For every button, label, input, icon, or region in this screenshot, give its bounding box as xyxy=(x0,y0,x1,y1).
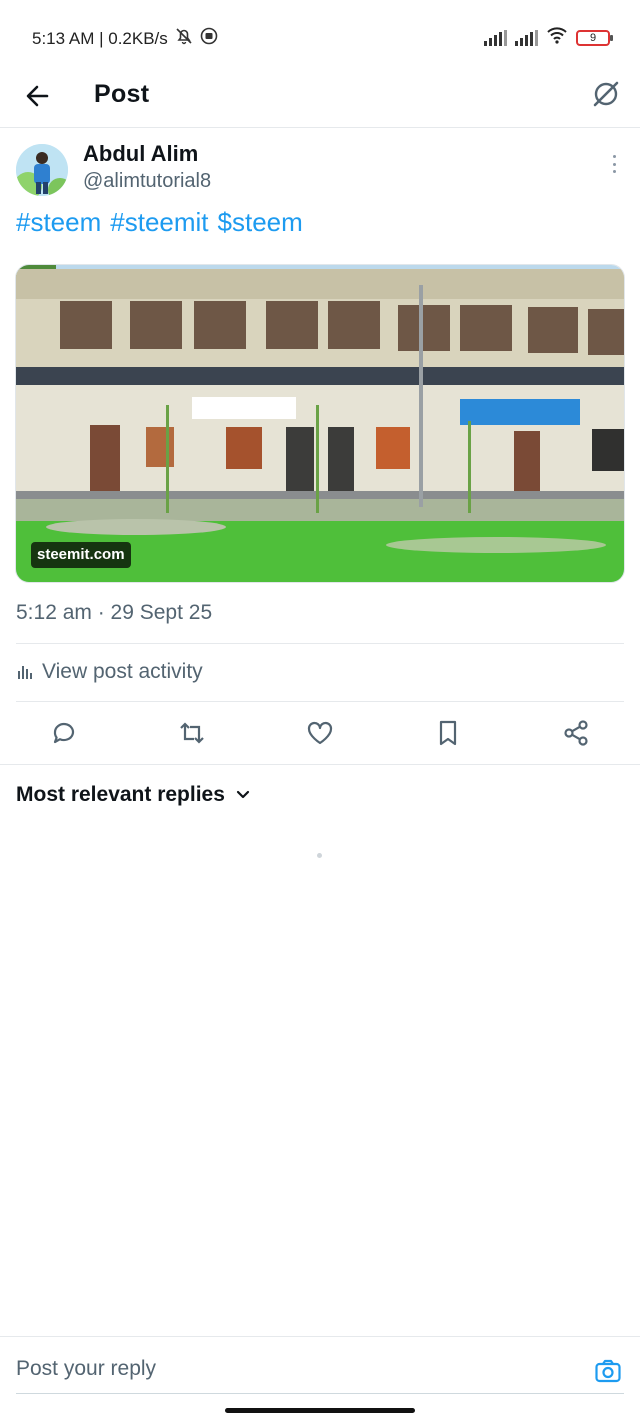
top-app-bar: Post xyxy=(0,72,640,128)
signal-icon-2 xyxy=(515,29,538,46)
battery-icon: 9 xyxy=(576,29,613,46)
status-right: 9 xyxy=(484,26,613,49)
chevron-down-icon xyxy=(236,790,250,799)
post-text: #steem #steemit $steem xyxy=(16,207,303,238)
back-button[interactable] xyxy=(20,78,56,114)
activity-label: View post activity xyxy=(42,660,203,683)
like-icon xyxy=(307,721,333,745)
status-left: 5:13 AM | 0.2KB/s xyxy=(32,26,218,51)
wifi-icon xyxy=(546,26,568,49)
post-image[interactable] xyxy=(15,264,625,583)
share-button[interactable] xyxy=(561,718,591,748)
post-timestamp[interactable]: 5:12 am · 29 Sept 25 xyxy=(16,601,212,625)
camera-button[interactable] xyxy=(594,1357,622,1385)
hashtag-link[interactable]: #steem xyxy=(16,207,101,238)
status-bar: 5:13 AM | 0.2KB/s 9 xyxy=(0,0,640,72)
reply-composer xyxy=(0,1336,640,1396)
view-post-activity[interactable]: View post activity xyxy=(16,660,203,684)
divider xyxy=(16,701,624,702)
grok-button[interactable] xyxy=(588,76,624,112)
reply-icon xyxy=(53,722,75,744)
card-source-label[interactable]: steemit.com xyxy=(31,542,131,568)
analytics-icon xyxy=(18,666,32,679)
loading-indicator xyxy=(317,853,322,858)
bookmark-icon xyxy=(439,720,457,746)
sort-label: Most relevant replies xyxy=(16,783,225,806)
avatar[interactable] xyxy=(16,144,68,196)
replies-sort-dropdown[interactable]: Most relevant replies xyxy=(16,783,251,807)
camera-icon xyxy=(595,1359,621,1383)
more-options-button[interactable] xyxy=(606,152,622,176)
reply-button[interactable] xyxy=(49,718,79,748)
cashtag-link[interactable]: $steem xyxy=(218,207,303,238)
post-actions xyxy=(0,712,640,756)
reply-input[interactable] xyxy=(16,1357,556,1381)
grok-icon xyxy=(593,81,619,107)
bookmark-button[interactable] xyxy=(433,718,463,748)
reply-underline xyxy=(16,1393,624,1394)
share-icon xyxy=(564,720,588,746)
repost-button[interactable] xyxy=(177,718,207,748)
author-handle[interactable]: @alimtutorial8 xyxy=(83,170,211,193)
author-name[interactable]: Abdul Alim xyxy=(83,141,198,167)
repost-icon xyxy=(180,722,204,744)
school-building-photo xyxy=(16,265,624,582)
mute-icon xyxy=(174,26,194,51)
status-time-network: 5:13 AM | 0.2KB/s xyxy=(32,28,168,48)
divider xyxy=(16,643,624,644)
page-title: Post xyxy=(94,80,150,108)
whatsapp-icon xyxy=(200,27,218,50)
signal-icon xyxy=(484,29,507,46)
arrow-left-icon xyxy=(26,85,49,107)
divider xyxy=(0,764,640,765)
home-indicator[interactable] xyxy=(225,1408,415,1413)
like-button[interactable] xyxy=(305,718,335,748)
hashtag-link[interactable]: #steemit xyxy=(110,207,208,238)
